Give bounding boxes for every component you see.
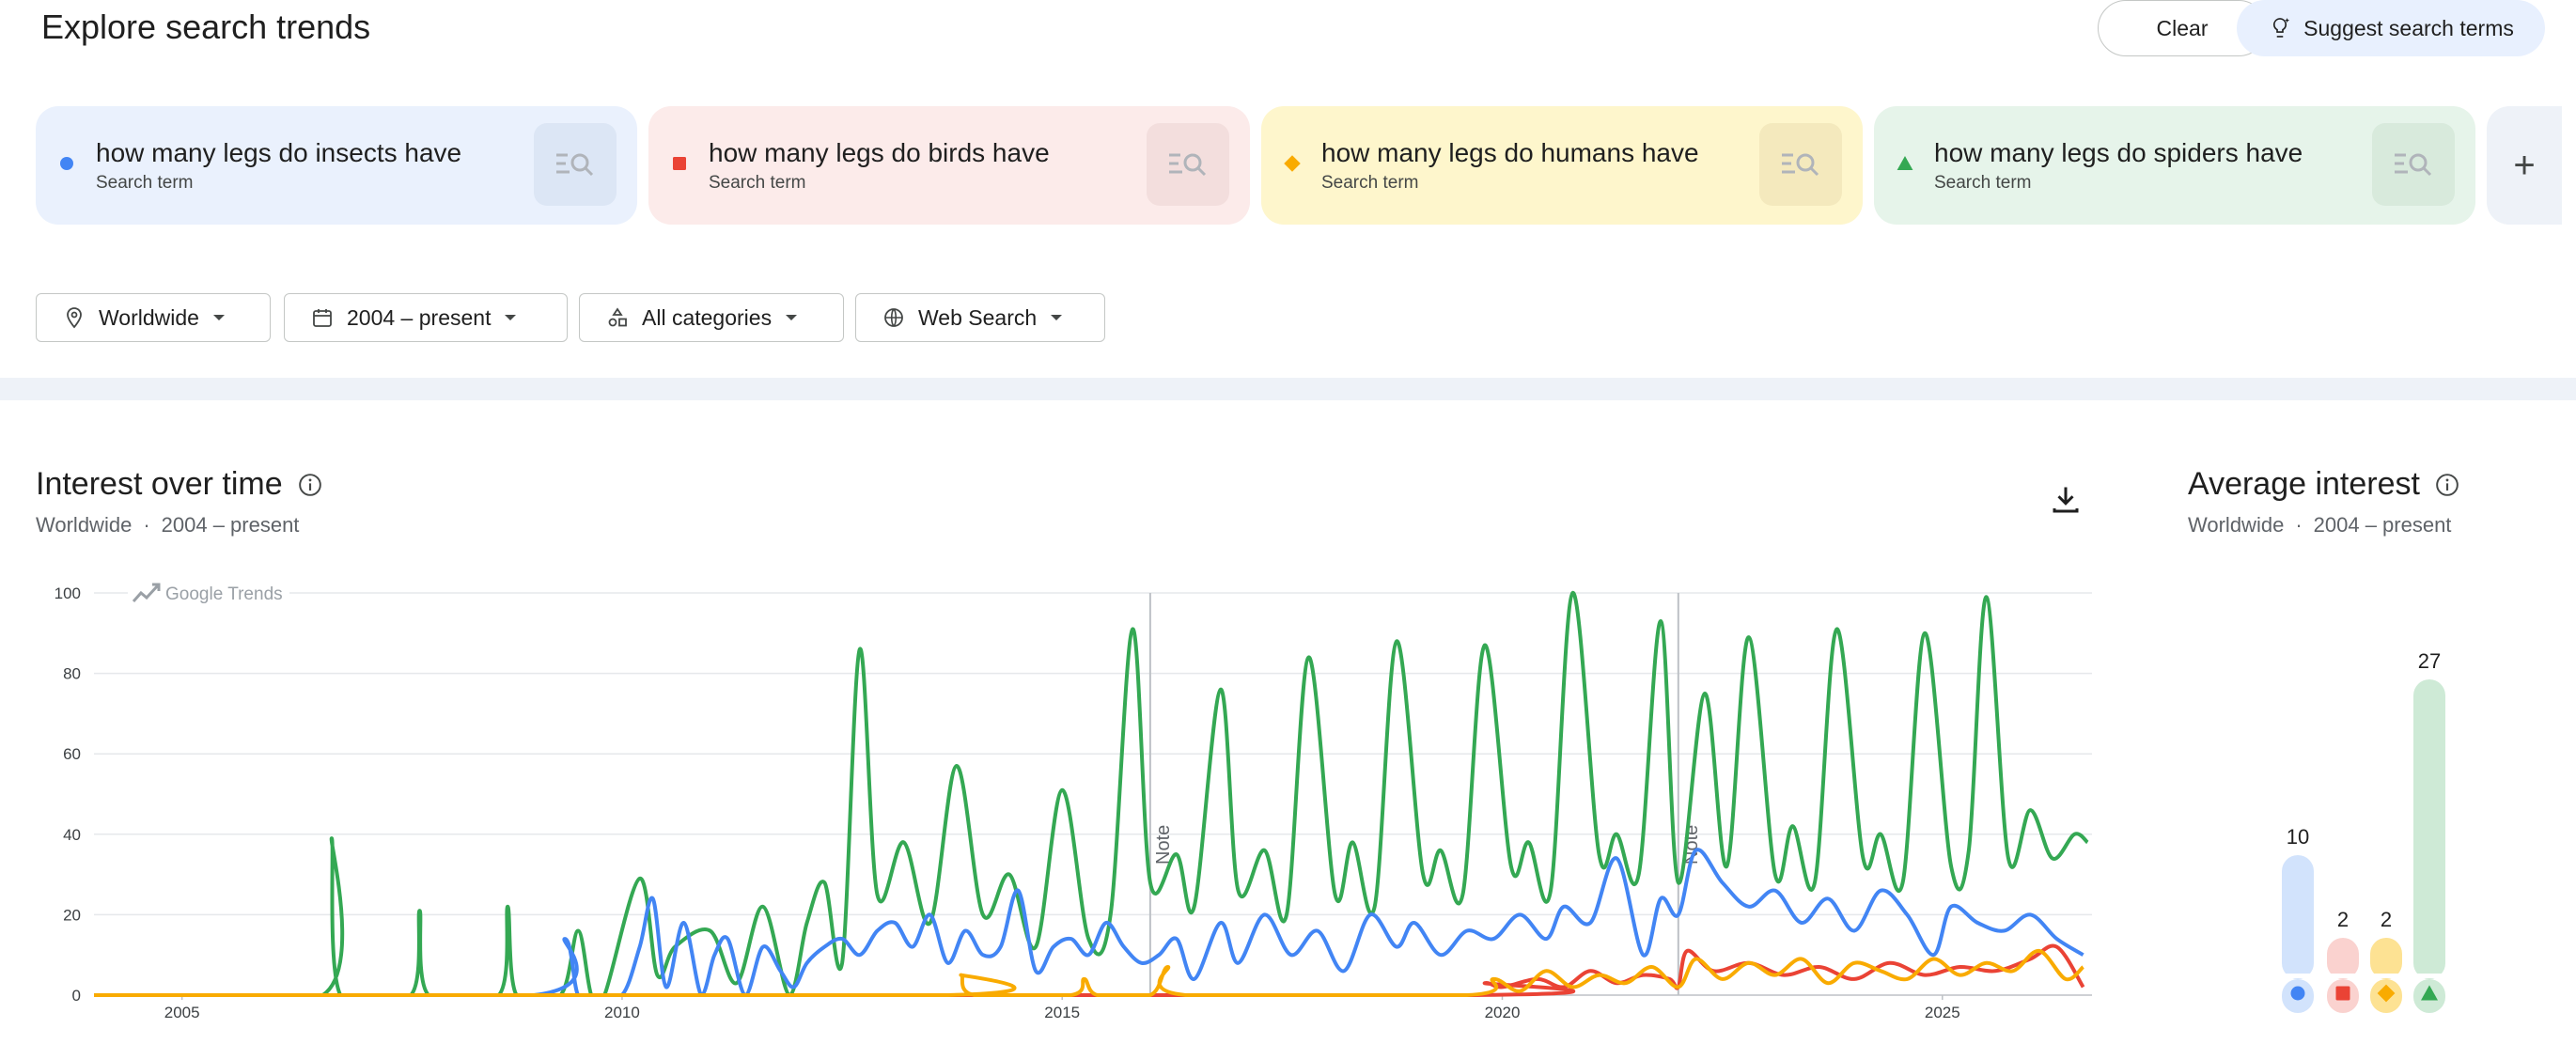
bar-gap	[2370, 974, 2402, 978]
time-filter-label: 2004 – present	[347, 304, 492, 330]
average-value-label: 10	[2287, 825, 2309, 849]
series-marker-icon	[673, 157, 686, 170]
search-property-filter[interactable]: Web Search	[855, 293, 1105, 342]
search-term-label: how many legs do humans have	[1321, 138, 1699, 167]
suggest-button-label: Suggest search terms	[2303, 15, 2514, 40]
explore-term-button[interactable]	[534, 123, 617, 206]
search-term-type: Search term	[1321, 173, 1419, 193]
subtitle-separator: ·	[2295, 513, 2303, 537]
caret-down-icon	[786, 315, 798, 320]
y-tick-label: 60	[63, 745, 81, 763]
x-tick-label: 2025	[1925, 1004, 1960, 1021]
property-filter-label: Web Search	[918, 304, 1038, 330]
search-term-label: how many legs do spiders have	[1934, 138, 2303, 167]
circle-marker-icon	[2290, 986, 2305, 1001]
average-interest-chart: 10 2 2 27	[2282, 649, 2445, 1013]
series-marker-icon	[60, 157, 73, 170]
search-term-type: Search term	[709, 173, 806, 193]
bar-gap	[2413, 974, 2445, 978]
average-value-label: 27	[2418, 649, 2441, 673]
location-filter-label: Worldwide	[99, 304, 199, 330]
subtitle-location: Worldwide	[2188, 513, 2285, 537]
suggest-search-terms-button[interactable]: Suggest search terms	[2237, 0, 2545, 56]
location-filter[interactable]: Worldwide	[36, 293, 271, 342]
average-interest-title: Average interest	[2188, 466, 2420, 502]
clear-button-label: Clear	[2156, 15, 2209, 40]
add-term-button[interactable]: +	[2487, 106, 2562, 225]
category-shapes-icon	[608, 307, 627, 327]
average-interest-subtitle: Worldwide · 2004 – present	[2188, 513, 2451, 538]
interest-over-time-chart: 0204060801002005 2010 2015 2020 2025Note Note…	[55, 579, 2092, 1021]
subtitle-time: 2004 – present	[161, 513, 300, 537]
square-marker-icon	[673, 157, 686, 170]
explore-term-button[interactable]	[1759, 123, 1842, 206]
caret-down-icon	[212, 315, 225, 320]
search-term-card[interactable]: how many legs do spiders have Search term	[1874, 106, 2475, 225]
search-term-label: how many legs do insects have	[96, 138, 462, 167]
search-term-card[interactable]: how many legs do insects have Search term	[36, 106, 637, 225]
x-tick-label: 2015	[1044, 1004, 1080, 1021]
calendar-icon	[313, 309, 332, 327]
series-marker-icon	[1897, 155, 1913, 170]
diamond-marker-icon	[1284, 155, 1301, 172]
triangle-marker-icon	[1897, 155, 1913, 170]
globe-icon	[884, 308, 903, 327]
series-marker-icon	[1284, 155, 1301, 172]
subtitle-time: 2004 – present	[2313, 513, 2452, 537]
circle-marker-icon	[60, 157, 73, 170]
average-value-label: 2	[2337, 908, 2349, 931]
search-list-icon	[1169, 153, 1207, 177]
y-tick-label: 80	[63, 665, 81, 683]
search-term-card[interactable]: how many legs do birds have Search term	[648, 106, 1250, 225]
y-tick-label: 100	[55, 584, 81, 602]
bar-gap	[2327, 974, 2359, 978]
x-tick-label: 2020	[1485, 1004, 1521, 1021]
average-bar[interactable]	[2370, 938, 2402, 979]
average-bar[interactable]	[2282, 855, 2314, 979]
watermark-text: Google Trends	[165, 584, 283, 604]
section-divider	[0, 378, 2576, 400]
x-tick-label: 2010	[604, 1004, 640, 1021]
x-tick-label: 2005	[164, 1004, 200, 1021]
series-line-4[interactable]	[94, 590, 2089, 997]
plus-icon: +	[2513, 144, 2536, 186]
sparkle-bulb-icon	[2273, 18, 2290, 38]
explore-term-button[interactable]	[1147, 123, 1229, 206]
category-filter-label: All categories	[642, 304, 773, 330]
time-range-filter[interactable]: 2004 – present	[284, 293, 568, 342]
caret-down-icon	[1051, 315, 1063, 320]
interest-over-time-title: Interest over time	[36, 466, 283, 502]
series-line-3[interactable]	[94, 948, 2084, 997]
info-icon[interactable]	[2435, 473, 2459, 497]
google-trends-watermark: Google Trends	[128, 579, 289, 607]
search-term-type: Search term	[96, 173, 194, 193]
average-bar[interactable]	[2327, 938, 2359, 979]
average-bar[interactable]	[2413, 679, 2445, 979]
y-tick-label: 40	[63, 826, 81, 844]
caret-down-icon	[505, 315, 517, 320]
search-term-label: how many legs do birds have	[709, 138, 1050, 167]
square-marker-icon	[2335, 986, 2350, 1001]
category-filter[interactable]: All categories	[579, 293, 844, 342]
search-list-icon	[556, 153, 594, 177]
bar-gap	[2282, 974, 2314, 978]
page-title: Explore search trends	[41, 8, 371, 46]
average-value-label: 2	[2381, 908, 2392, 931]
y-tick-label: 0	[72, 987, 81, 1005]
search-term-card[interactable]: how many legs do humans have Search term	[1261, 106, 1863, 225]
search-list-icon	[1782, 153, 1819, 177]
subtitle-separator: ·	[143, 513, 150, 537]
interest-over-time-subtitle: Worldwide · 2004 – present	[36, 513, 299, 538]
search-list-icon	[2395, 153, 2432, 177]
search-term-type: Search term	[1934, 173, 2032, 193]
subtitle-location: Worldwide	[36, 513, 133, 537]
download-icon[interactable]	[2049, 483, 2083, 517]
location-pin-icon	[67, 307, 82, 329]
y-tick-label: 20	[63, 906, 81, 924]
explore-term-button[interactable]	[2372, 123, 2455, 206]
info-icon[interactable]	[298, 473, 322, 497]
